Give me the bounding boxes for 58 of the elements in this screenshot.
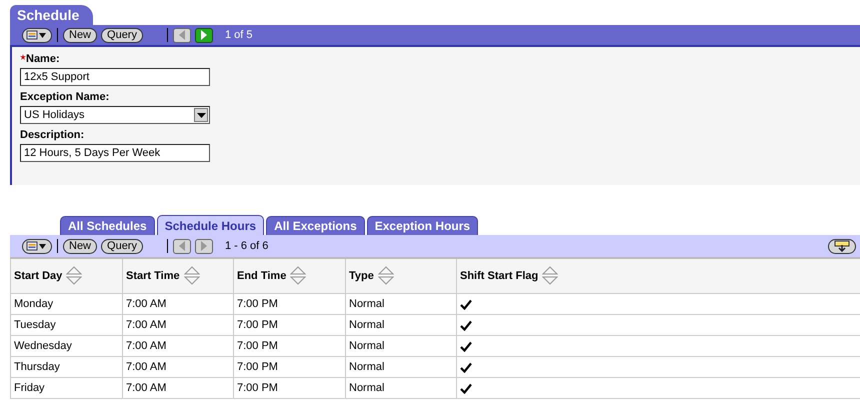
record-counter: 1 of 5 (224, 29, 253, 41)
dropdown-field[interactable]: US Holidays (20, 106, 210, 124)
table-cell: 7:00 AM (123, 378, 234, 398)
column-header[interactable]: Start Day (11, 259, 123, 293)
left-triangle-icon (178, 30, 186, 40)
field-label: Name: (26, 53, 60, 65)
tab[interactable]: Exception Hours (366, 216, 478, 235)
table-cell: Normal (346, 294, 457, 314)
table-cell: Friday (11, 378, 123, 398)
tab[interactable]: All Exceptions (266, 216, 365, 235)
text-field[interactable]: 12 Hours, 5 Days Per Week (20, 144, 210, 162)
right-triangle-icon (200, 30, 208, 40)
right-triangle-icon (200, 241, 208, 251)
sort-arrows-icon (542, 266, 558, 286)
table-cell: 7:00 PM (234, 294, 346, 314)
query-button[interactable]: Query (101, 238, 143, 254)
download-icon (834, 240, 850, 252)
menu-button[interactable] (22, 28, 52, 42)
table-cell: 7:00 PM (234, 378, 346, 398)
list-menu-icon (26, 241, 48, 251)
menu-button[interactable] (22, 238, 52, 254)
table-cell: 7:00 PM (234, 336, 346, 356)
export-button[interactable] (828, 238, 856, 254)
left-triangle-icon (178, 241, 186, 251)
sort-arrows-icon (378, 266, 394, 286)
list-menu-icon (26, 30, 48, 40)
table-cell: 7:00 AM (123, 357, 234, 377)
table-cell: Wednesday (11, 336, 123, 356)
dropdown-arrow-icon (196, 112, 206, 118)
table-cell: 7:00 PM (234, 315, 346, 335)
table-cell: 7:00 PM (234, 357, 346, 377)
table-cell: Normal (346, 315, 457, 335)
text-field[interactable]: 12x5 Support (20, 68, 210, 86)
table-cell: Monday (11, 294, 123, 314)
table-cell: 7:00 AM (123, 294, 234, 314)
table-cell: 7:00 AM (123, 315, 234, 335)
table-cell: Tuesday (11, 315, 123, 335)
sort-arrows-icon (290, 266, 306, 286)
table-cell: Normal (346, 336, 457, 356)
sort-arrows-icon (184, 266, 200, 286)
tab[interactable]: Schedule Hours (156, 215, 264, 235)
new-button[interactable]: New (63, 238, 98, 254)
table-cell: Normal (346, 378, 457, 398)
tab[interactable]: All Schedules (60, 216, 155, 235)
column-header[interactable]: Type (346, 259, 457, 293)
sort-arrows-icon (66, 266, 82, 286)
column-header[interactable]: End Time (234, 259, 346, 293)
table-cell: 7:00 AM (123, 336, 234, 356)
new-button[interactable]: New (63, 28, 98, 42)
query-button[interactable]: Query (101, 28, 143, 42)
field-label: Exception Name: (20, 91, 110, 103)
column-header[interactable]: Shift Start Flag (457, 259, 860, 293)
record-counter: 1 - 6 of 6 (224, 240, 268, 252)
field-label: Description: (20, 129, 84, 141)
column-header[interactable]: Start Time (123, 259, 234, 293)
next-button[interactable] (194, 28, 213, 42)
table-cell: Normal (346, 357, 457, 377)
table-cell: Thursday (11, 357, 123, 377)
